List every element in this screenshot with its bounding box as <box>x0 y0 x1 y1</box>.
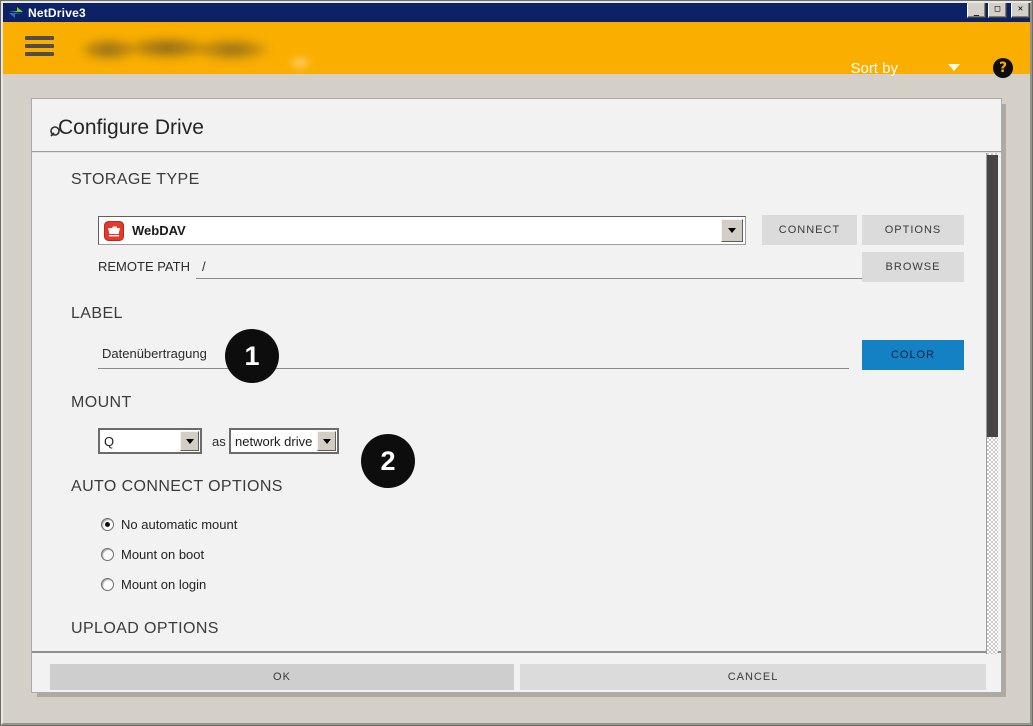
auto-connect-heading: AUTO CONNECT OPTIONS <box>71 478 283 496</box>
close-button[interactable]: ✕ <box>1011 2 1030 18</box>
remote-path-label: REMOTE PATH <box>98 259 190 274</box>
configure-drive-panel: Configure Drive STORAGE TYPE WebDAV CONN… <box>31 98 1002 693</box>
help-icon[interactable]: ? <box>993 58 1013 78</box>
browse-button[interactable]: BROWSE <box>862 252 964 282</box>
options-button[interactable]: OPTIONS <box>862 215 964 245</box>
hamburger-menu-icon[interactable] <box>25 36 54 58</box>
sort-by-button[interactable]: Sort by <box>850 60 898 77</box>
account-chevron-blurred <box>291 58 309 68</box>
radio-icon <box>101 518 114 531</box>
storage-type-heading: STORAGE TYPE <box>71 171 200 189</box>
window-title: NetDrive3 <box>28 6 86 20</box>
storage-type-value: WebDAV <box>132 223 186 238</box>
chevron-down-icon[interactable] <box>948 64 960 71</box>
mount-heading: MOUNT <box>71 394 132 412</box>
account-email-redacted[interactable] <box>79 33 275 63</box>
title-divider <box>32 151 1001 152</box>
mount-type-value: network drive <box>235 434 312 449</box>
label-heading: LABEL <box>71 305 123 323</box>
storage-type-dropdown-arrow[interactable] <box>721 219 743 242</box>
triangle-down-icon <box>186 439 194 444</box>
window-controls: _ □ ✕ <box>967 2 1030 18</box>
color-button[interactable]: COLOR <box>862 340 964 370</box>
drive-letter-dropdown-arrow[interactable] <box>180 431 199 451</box>
mount-type-select[interactable]: network drive <box>229 428 339 454</box>
triangle-down-icon <box>728 228 736 233</box>
vertical-scrollbar[interactable] <box>986 153 998 654</box>
scrollbar-thumb[interactable] <box>987 155 998 437</box>
window-titlebar[interactable]: NetDrive3 <box>3 3 1030 22</box>
webdav-icon <box>104 221 124 241</box>
radio-icon <box>101 548 114 561</box>
radio-icon <box>101 578 114 591</box>
cancel-button[interactable]: CANCEL <box>520 664 986 690</box>
annotation-badge-1: 1 <box>225 329 279 383</box>
radio-no-automatic-mount[interactable]: No automatic mount <box>101 517 237 532</box>
app-header: Sort by ? <box>3 22 1030 74</box>
maximize-button[interactable]: □ <box>988 2 1007 18</box>
radio-mount-on-boot[interactable]: Mount on boot <box>101 547 204 562</box>
triangle-down-icon <box>323 439 331 444</box>
annotation-badge-2: 2 <box>361 434 415 488</box>
connect-button[interactable]: CONNECT <box>762 215 857 245</box>
drive-letter-select[interactable]: Q <box>98 428 202 454</box>
storage-type-select[interactable]: WebDAV <box>98 216 746 245</box>
drive-letter-value: Q <box>104 434 114 449</box>
mount-type-dropdown-arrow[interactable] <box>317 431 336 451</box>
minimize-button[interactable]: _ <box>967 2 986 18</box>
netdrive-logo-icon <box>8 5 24 20</box>
page-title: Configure Drive <box>58 116 204 140</box>
drive-label-input[interactable] <box>98 342 849 369</box>
radio-mount-on-login[interactable]: Mount on login <box>101 577 206 592</box>
upload-options-heading: UPLOAD OPTIONS <box>71 620 219 638</box>
remote-path-input[interactable] <box>196 257 869 279</box>
ok-button[interactable]: OK <box>50 664 514 690</box>
mount-as-label: as <box>212 434 226 449</box>
footer-divider <box>32 651 1001 653</box>
